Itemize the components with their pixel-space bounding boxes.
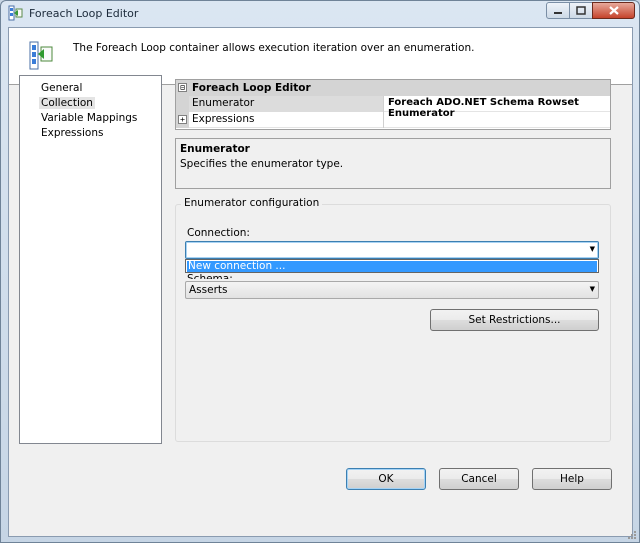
group-title: Enumerator configuration <box>181 197 323 209</box>
grid-property-name: Expressions <box>176 112 384 128</box>
collapse-icon[interactable]: ⊟ <box>178 83 187 92</box>
grid-property-value[interactable] <box>385 112 610 128</box>
grid-property-name: Enumerator <box>176 96 384 112</box>
grid-row-expressions[interactable]: Expressions + <box>176 112 610 128</box>
minimize-button[interactable] <box>546 2 570 19</box>
schema-value: Asserts <box>189 284 228 296</box>
schema-combobox[interactable]: Asserts ▼ <box>185 281 599 299</box>
dropdown-arrow-icon[interactable]: ▼ <box>590 245 595 253</box>
maximize-icon <box>576 6 586 15</box>
nav-item-expressions[interactable]: Expressions <box>41 127 103 139</box>
nav-item-general[interactable]: General <box>41 82 82 94</box>
nav-item-variable-mappings[interactable]: Variable Mappings <box>41 112 137 124</box>
cancel-button[interactable]: Cancel <box>439 468 519 490</box>
dialog-window: Foreach Loop Editor The Foreach Loop con… <box>0 0 640 543</box>
connection-dropdown-list: New connection ... <box>185 259 599 273</box>
close-icon <box>608 6 619 15</box>
connection-label: Connection: <box>187 227 250 239</box>
window-title: Foreach Loop Editor <box>29 7 139 20</box>
close-button[interactable] <box>592 2 635 19</box>
ok-button[interactable]: OK <box>346 468 426 490</box>
grid-row-enumerator[interactable]: Enumerator Foreach ADO.NET Schema Rowset… <box>176 96 610 119</box>
foreach-loop-icon <box>8 5 23 21</box>
minimize-icon <box>554 11 562 14</box>
help-description: Specifies the enumerator type. <box>180 158 344 170</box>
grid-category-row[interactable]: ⊟ Foreach Loop Editor <box>176 80 610 96</box>
connection-combobox[interactable]: ▼ <box>185 241 599 259</box>
expand-icon[interactable]: + <box>178 115 187 124</box>
header-description: The Foreach Loop container allows execut… <box>73 42 475 54</box>
help-title: Enumerator <box>180 143 250 155</box>
resize-grip-icon[interactable] <box>627 530 637 540</box>
grid-row-margin <box>176 96 189 112</box>
set-restrictions-button[interactable]: Set Restrictions... <box>430 309 599 331</box>
title-bar[interactable]: Foreach Loop Editor <box>1 1 639 27</box>
help-button[interactable]: Help <box>532 468 612 490</box>
property-help-panel: Enumerator Specifies the enumerator type… <box>175 138 611 189</box>
grid-property-value[interactable]: Foreach ADO.NET Schema Rowset Enumerator <box>385 96 610 119</box>
nav-item-collection[interactable]: Collection <box>39 97 95 109</box>
dropdown-arrow-icon[interactable]: ▼ <box>590 285 595 293</box>
grid-category-label: Foreach Loop Editor <box>192 82 311 94</box>
maximize-button[interactable] <box>569 2 593 19</box>
foreach-container-icon <box>29 41 53 70</box>
page-navigation-list: General Collection Variable Mappings Exp… <box>19 75 162 444</box>
dropdown-option-new-connection[interactable]: New connection ... <box>187 261 597 272</box>
property-grid: ⊟ Foreach Loop Editor Enumerator Foreach… <box>175 79 611 130</box>
schema-label: Schema: <box>187 273 233 279</box>
